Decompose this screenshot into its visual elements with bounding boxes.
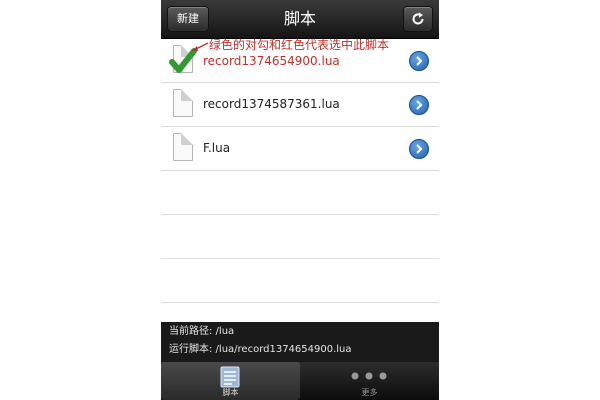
script-list-icon [220, 366, 240, 388]
list-item[interactable]: F.lua [161, 127, 439, 171]
chevron-right-icon [416, 56, 423, 66]
detail-disclosure-button[interactable] [409, 95, 429, 115]
tab-bar: 脚本 更多 [161, 362, 439, 400]
tab-label: 脚本 [222, 388, 239, 397]
script-list: 绿色的对勾和红色代表选中此脚本 record1374654900.lua rec… [161, 38, 439, 303]
chevron-right-icon [416, 100, 423, 110]
file-name: record1374654900.lua [203, 54, 340, 68]
detail-disclosure-button[interactable] [409, 51, 429, 71]
page-title: 脚本 [283, 9, 316, 28]
file-icon [173, 89, 193, 117]
file-name: record1374587361.lua [203, 97, 340, 111]
file-icon [173, 133, 193, 161]
refresh-icon [412, 12, 424, 25]
empty-row [161, 215, 439, 259]
tab-label: 更多 [361, 388, 378, 397]
more-dots-icon [351, 372, 387, 380]
list-item-selected[interactable]: 绿色的对勾和红色代表选中此脚本 record1374654900.lua [161, 38, 439, 83]
empty-row [161, 259, 439, 303]
tab-more[interactable]: 更多 [300, 362, 439, 400]
refresh-button[interactable] [403, 6, 433, 32]
empty-row [161, 171, 439, 215]
current-path-text: 当前路径: /lua [169, 326, 235, 337]
tab-scripts[interactable]: 脚本 [161, 362, 300, 400]
running-script-text: 运行脚本: /lua/record1374654900.lua [169, 344, 352, 355]
navigation-bar: 新建 脚本 [161, 0, 439, 39]
file-name: F.lua [203, 141, 231, 155]
new-button[interactable]: 新建 [167, 6, 209, 32]
list-item[interactable]: record1374587361.lua [161, 83, 439, 127]
status-panel: 当前路径: /lua 运行脚本: /lua/record1374654900.l… [161, 322, 439, 362]
detail-disclosure-button[interactable] [409, 139, 429, 159]
phone-screen: 新建 脚本 绿色的对勾和红色代表选中此脚本 record1374654900.l… [161, 0, 439, 400]
chevron-right-icon [416, 144, 423, 154]
